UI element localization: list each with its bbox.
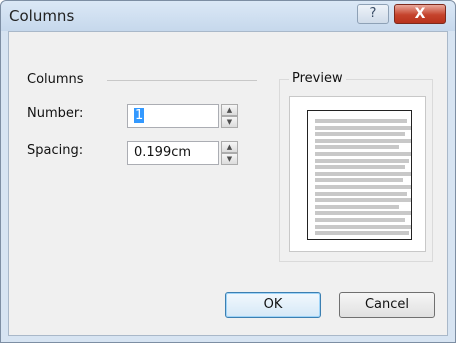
help-button[interactable]: ?	[357, 4, 389, 24]
preview-group-label: Preview	[289, 71, 346, 86]
preview-text-line	[315, 178, 403, 183]
preview-text-line	[315, 138, 411, 143]
preview-text-line	[315, 125, 411, 130]
preview-text-line	[315, 204, 399, 209]
close-button[interactable]: X	[394, 4, 446, 24]
spin-up-icon[interactable]: ▲	[221, 104, 238, 116]
preview-text-line	[315, 145, 399, 150]
cancel-button[interactable]: Cancel	[339, 292, 435, 318]
number-value: 1	[134, 108, 145, 123]
columns-dialog: Columns ? X Columns Number: 1 ▲ ▼ Spacin…	[0, 0, 456, 343]
preview-canvas	[289, 96, 426, 252]
preview-page	[307, 110, 412, 240]
preview-text-line	[315, 231, 409, 236]
preview-text-line	[315, 185, 411, 189]
spacing-label: Spacing:	[27, 143, 84, 158]
close-icon: X	[414, 6, 426, 22]
ok-button[interactable]: OK	[225, 292, 321, 318]
columns-group-label: Columns	[27, 72, 84, 87]
preview-text-line	[315, 158, 409, 163]
columns-group-separator	[107, 80, 257, 81]
number-input[interactable]: 1	[127, 104, 219, 128]
preview-text-line	[315, 152, 411, 156]
dialog-title: Columns	[9, 7, 75, 25]
help-icon: ?	[369, 6, 377, 21]
preview-text-line	[315, 218, 405, 222]
preview-text-line	[315, 119, 407, 123]
preview-text-line	[315, 211, 411, 216]
spin-down-icon[interactable]: ▼	[221, 116, 238, 128]
spacing-input[interactable]: 0.199cm	[127, 141, 219, 165]
dialog-body: Columns Number: 1 ▲ ▼ Spacing: 0.199cm ▲…	[8, 31, 448, 336]
preview-text-line	[315, 171, 411, 176]
title-bar: Columns ? X	[1, 1, 455, 31]
spin-down-icon[interactable]: ▼	[221, 153, 238, 165]
spin-up-icon[interactable]: ▲	[221, 141, 238, 153]
spacing-stepper[interactable]: ▲ ▼	[221, 141, 238, 165]
preview-text-line	[315, 224, 411, 229]
preview-text-line	[315, 132, 405, 137]
number-label: Number:	[27, 106, 84, 121]
preview-text-line	[315, 191, 407, 196]
number-stepper[interactable]: ▲ ▼	[221, 104, 238, 128]
preview-text-line	[315, 165, 405, 170]
preview-text-line	[315, 198, 411, 203]
